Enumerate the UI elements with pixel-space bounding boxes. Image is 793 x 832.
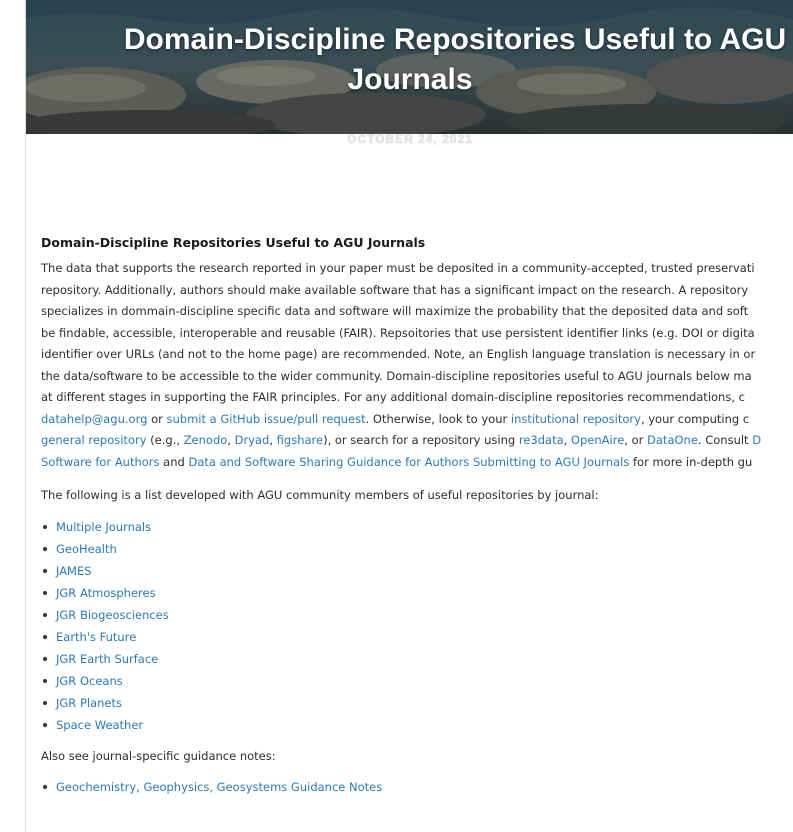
figshare-link[interactable]: figshare (277, 433, 323, 447)
list-item: Space Weather (41, 714, 793, 736)
text: (e.g., (146, 433, 184, 447)
journal-link-multiple-journals[interactable]: Multiple Journals (56, 520, 151, 534)
paragraph-line: be findable, accessible, interoperable a… (41, 325, 755, 340)
dataone-link[interactable]: DataOne (647, 433, 698, 447)
text: . Otherwise, look to your (365, 411, 511, 426)
paragraph-line: the data/software to be accessible to th… (41, 368, 752, 383)
list-item: Multiple Journals (41, 516, 793, 538)
paragraph-line: The data that supports the research repo… (41, 261, 755, 275)
text: , (227, 433, 235, 447)
software-for-authors-link[interactable]: Software for Authors (41, 455, 160, 469)
list-item: GeoHealth (41, 538, 793, 560)
re3data-link[interactable]: re3data (519, 433, 564, 447)
sharing-guidance-link[interactable]: Data and Software Sharing Guidance for A… (188, 455, 629, 469)
zenodo-link[interactable]: Zenodo (184, 433, 228, 447)
paragraph-line: identifier over URLs (and not to the hom… (41, 347, 756, 361)
list-item: JGR Planets (41, 692, 793, 714)
list-item: JGR Oceans (41, 670, 793, 692)
post-date: OCTOBER 24, 2021 (347, 132, 473, 146)
text: , (269, 433, 277, 447)
journal-link-jgr-earth-surface[interactable]: JGR Earth Surface (56, 652, 158, 666)
guidance-list: Geochemistry, Geophysics, Geosystems Gui… (41, 776, 793, 798)
paragraph-line: Software for Authors and Data and Softwa… (41, 452, 793, 474)
list-item: JAMES (41, 560, 793, 582)
text: or (147, 411, 167, 426)
guidance-notes-intro: Also see journal-specific guidance notes… (41, 748, 276, 763)
paragraph-line: general repository (e.g., Zenodo, Dryad,… (41, 430, 793, 452)
general-repository-link[interactable]: general repository (41, 433, 147, 447)
dryad-link[interactable]: Dryad (235, 433, 270, 447)
journal-list: Multiple Journals GeoHealth JAMES JGR At… (41, 516, 793, 736)
journal-link-earths-future[interactable]: Earth's Future (56, 630, 136, 644)
list-item: JGR Biogeosciences (41, 604, 793, 626)
journal-link-jgr-oceans[interactable]: JGR Oceans (56, 674, 123, 688)
text: , or (624, 433, 648, 447)
journal-link-geohealth[interactable]: GeoHealth (56, 542, 117, 556)
paragraph-line: at different stages in supporting the FA… (41, 390, 745, 404)
intro-paragraph: The data that supports the research repo… (41, 258, 793, 473)
text: ), or search for a repository using (323, 433, 519, 447)
journal-link-jgr-planets[interactable]: JGR Planets (56, 696, 122, 710)
page-title: Domain-Discipline Repositories Useful to… (26, 20, 793, 100)
github-issue-link[interactable]: submit a GitHub issue/pull request (167, 412, 366, 426)
journal-link-jgr-atmospheres[interactable]: JGR Atmospheres (56, 586, 156, 600)
article-body: Domain-Discipline Repositories Useful to… (41, 234, 793, 798)
page-frame: Domain-Discipline Repositories Useful to… (25, 0, 793, 832)
text: and (159, 454, 189, 469)
page-title-line1: Domain-Discipline Repositories Useful to… (123, 23, 787, 56)
text: for more in-depth gu (629, 454, 753, 469)
text: . Consult (697, 433, 753, 447)
list-item: JGR Atmospheres (41, 582, 793, 604)
journal-link-jgr-biogeosciences[interactable]: JGR Biogeosciences (56, 608, 169, 622)
list-item: Geochemistry, Geophysics, Geosystems Gui… (41, 776, 793, 798)
data-sharing-link[interactable]: D (752, 433, 761, 447)
paragraph-line: repository. Additionally, authors should… (41, 282, 749, 297)
paragraph-line: datahelp@agu.org or submit a GitHub issu… (41, 409, 793, 431)
paragraph-line: specializes in dommain-discipline specif… (41, 304, 749, 318)
journal-list-intro: The following is a list developed with A… (41, 488, 599, 502)
list-item: Earth's Future (41, 626, 793, 648)
openaire-link[interactable]: OpenAire (571, 433, 624, 447)
page-title-line2: Journals (347, 63, 473, 96)
text: , (563, 433, 571, 447)
article-heading: Domain-Discipline Repositories Useful to… (41, 235, 426, 250)
guidance-link-g-cubed[interactable]: Geochemistry, Geophysics, Geosystems Gui… (56, 780, 382, 794)
text: , your computing c (640, 411, 750, 426)
datahelp-email-link[interactable]: datahelp@agu.org (41, 412, 147, 426)
journal-link-james[interactable]: JAMES (56, 564, 92, 578)
list-item: JGR Earth Surface (41, 648, 793, 670)
institutional-repository-link[interactable]: institutional repository (511, 412, 641, 426)
journal-link-space-weather[interactable]: Space Weather (56, 718, 143, 732)
hero-banner: Domain-Discipline Repositories Useful to… (26, 0, 793, 134)
